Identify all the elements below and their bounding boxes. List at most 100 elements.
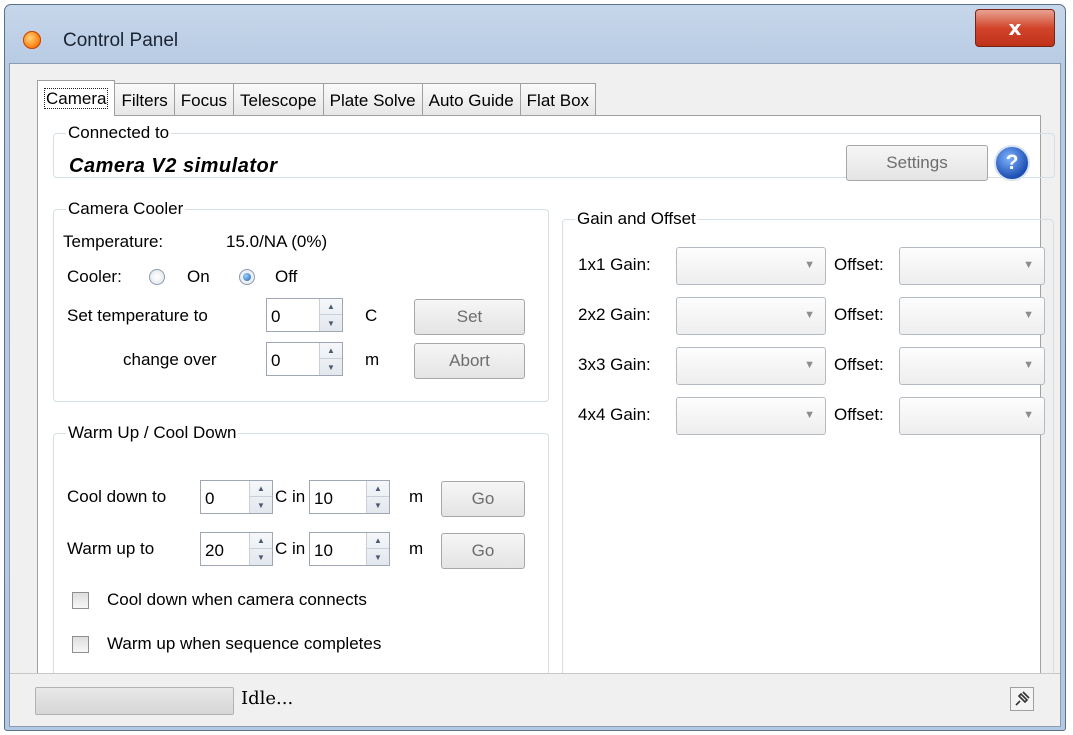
chevron-down-icon: ▼ <box>1023 409 1034 421</box>
cool-on-connect-checkbox[interactable] <box>72 592 89 609</box>
change-over-unit: m <box>365 350 380 369</box>
change-over-spinner[interactable]: ▲▼ <box>266 342 343 376</box>
app-icon <box>23 31 41 49</box>
gain-3x3-select[interactable]: ▼ <box>676 347 826 385</box>
warm-on-complete-checkbox[interactable] <box>72 636 89 653</box>
cooler-off-label: Off <box>275 267 298 286</box>
pin-icon[interactable] <box>1010 687 1034 711</box>
spin-up-icon[interactable]: ▲ <box>367 481 389 497</box>
tab-strip: Camera Filters Focus Telescope Plate Sol… <box>37 80 597 116</box>
set-temperature-unit: C <box>365 306 378 325</box>
spin-down-icon[interactable]: ▼ <box>320 359 342 375</box>
gain-2x2-select[interactable]: ▼ <box>676 297 826 335</box>
tab-telescope[interactable]: Telescope <box>233 83 324 116</box>
status-text: Idle... <box>241 688 294 709</box>
warm-up-m: m <box>409 539 424 558</box>
cooler-on-radio[interactable] <box>149 269 165 285</box>
spin-up-icon[interactable]: ▲ <box>320 343 342 359</box>
cool-down-temp-spinner[interactable]: ▲▼ <box>200 480 273 514</box>
cool-down-m: m <box>409 487 424 506</box>
gain-1x1-select[interactable]: ▼ <box>676 247 826 285</box>
offset-3x3-select[interactable]: ▼ <box>899 347 1045 385</box>
tab-plate-solve[interactable]: Plate Solve <box>322 83 423 116</box>
offset-4x4-select[interactable]: ▼ <box>899 397 1045 435</box>
change-over-label: change over <box>123 350 217 369</box>
close-button[interactable]: x <box>975 9 1055 47</box>
tab-flat-box[interactable]: Flat Box <box>519 83 597 116</box>
close-icon: x <box>1008 16 1022 40</box>
title-bar[interactable]: Control Panel x <box>5 5 1065 63</box>
offset-label-1x1: Offset: <box>834 255 884 274</box>
camera-tab-panel: Connected to Camera V2 simulator Setting… <box>37 115 1055 718</box>
spin-up-icon[interactable]: ▲ <box>367 533 389 549</box>
offset-label-2x2: Offset: <box>834 305 884 324</box>
gain-offset-legend: Gain and Offset <box>577 209 696 228</box>
cooler-label: Cooler: <box>67 267 122 286</box>
temperature-label: Temperature: <box>63 232 164 251</box>
warm-up-label: Warm up to <box>67 539 155 558</box>
warm-up-go-button[interactable]: Go <box>441 533 525 569</box>
client-area: Camera Filters Focus Telescope Plate Sol… <box>9 63 1061 727</box>
cool-down-minutes-input[interactable] <box>310 481 368 513</box>
set-temperature-label: Set temperature to <box>67 306 208 325</box>
offset-label-3x3: Offset: <box>834 355 884 374</box>
offset-1x1-select[interactable]: ▼ <box>899 247 1045 285</box>
cooler-on-label: On <box>187 267 210 286</box>
change-over-input[interactable] <box>267 343 321 375</box>
warm-up-minutes-input[interactable] <box>310 533 368 565</box>
set-temperature-input[interactable] <box>267 299 321 331</box>
tab-filters[interactable]: Filters <box>114 83 175 116</box>
connected-legend: Connected to <box>68 123 170 142</box>
tab-focus[interactable]: Focus <box>173 83 235 116</box>
cooler-off-radio[interactable] <box>239 269 255 285</box>
chevron-down-icon: ▼ <box>1023 259 1034 271</box>
gain-label-4x4: 4x4 Gain: <box>578 405 651 424</box>
spin-down-icon[interactable]: ▼ <box>320 315 342 331</box>
device-name: Camera V2 simulator <box>69 155 278 177</box>
cool-down-minutes-spinner[interactable]: ▲▼ <box>309 480 390 514</box>
control-panel-window: Control Panel x Camera Filters Focus Tel… <box>4 4 1066 731</box>
warm-cool-legend: Warm Up / Cool Down <box>68 423 237 442</box>
abort-button[interactable]: Abort <box>414 343 525 379</box>
chevron-down-icon: ▼ <box>1023 309 1034 321</box>
cool-down-temp-input[interactable] <box>201 481 251 513</box>
settings-button[interactable]: Settings <box>846 145 988 181</box>
chevron-down-icon: ▼ <box>804 259 815 271</box>
warm-up-temp-spinner[interactable]: ▲▼ <box>200 532 273 566</box>
spin-down-icon[interactable]: ▼ <box>250 549 272 565</box>
gain-offset-group: Gain and Offset <box>562 209 1054 718</box>
gain-label-1x1: 1x1 Gain: <box>578 255 651 274</box>
spin-up-icon[interactable]: ▲ <box>250 481 272 497</box>
tab-auto-guide[interactable]: Auto Guide <box>421 83 521 116</box>
set-temperature-spinner[interactable]: ▲▼ <box>266 298 343 332</box>
spin-down-icon[interactable]: ▼ <box>250 497 272 513</box>
warm-up-minutes-spinner[interactable]: ▲▼ <box>309 532 390 566</box>
gain-label-2x2: 2x2 Gain: <box>578 305 651 324</box>
tab-camera[interactable]: Camera <box>37 80 116 116</box>
temperature-value: 15.0/NA (0%) <box>226 232 328 251</box>
cool-down-label: Cool down to <box>67 487 167 506</box>
status-bar: Idle... <box>10 673 1060 726</box>
warm-up-c-in: C in <box>275 539 306 558</box>
offset-2x2-select[interactable]: ▼ <box>899 297 1045 335</box>
progress-bar <box>35 687 234 715</box>
cool-down-go-button[interactable]: Go <box>441 481 525 517</box>
spin-down-icon[interactable]: ▼ <box>367 549 389 565</box>
window-title: Control Panel <box>63 30 179 51</box>
offset-label-4x4: Offset: <box>834 405 884 424</box>
chevron-down-icon: ▼ <box>1023 359 1034 371</box>
cool-on-connect-label[interactable]: Cool down when camera connects <box>107 590 367 610</box>
gain-label-3x3: 3x3 Gain: <box>578 355 651 374</box>
warm-up-temp-input[interactable] <box>201 533 251 565</box>
warm-on-complete-label[interactable]: Warm up when sequence completes <box>107 634 381 654</box>
chevron-down-icon: ▼ <box>804 309 815 321</box>
gain-4x4-select[interactable]: ▼ <box>676 397 826 435</box>
help-icon[interactable]: ? <box>994 145 1030 181</box>
camera-cooler-legend: Camera Cooler <box>68 199 184 218</box>
spin-up-icon[interactable]: ▲ <box>320 299 342 315</box>
spin-up-icon[interactable]: ▲ <box>250 533 272 549</box>
set-button[interactable]: Set <box>414 299 525 335</box>
spin-down-icon[interactable]: ▼ <box>367 497 389 513</box>
chevron-down-icon: ▼ <box>804 359 815 371</box>
cool-down-c-in: C in <box>275 487 306 506</box>
